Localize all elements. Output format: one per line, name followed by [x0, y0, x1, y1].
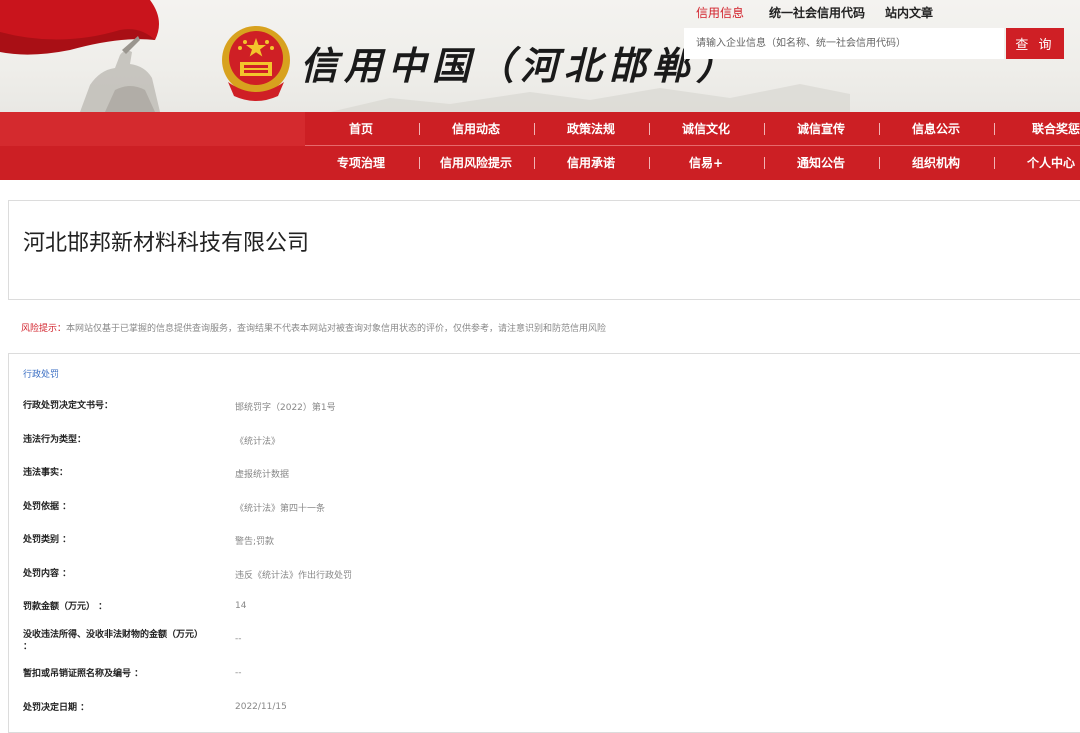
- field-label-penalty-category: 处罚类别 ：: [23, 535, 72, 545]
- penalty-detail-card: 行政处罚 行政处罚决定文书号： 邯统罚字（2022）第1号 违法行为类型： 《统…: [8, 353, 1080, 733]
- field-value-fine-amount: 14: [235, 601, 247, 611]
- field-value-decision-date: 2022/11/15: [235, 702, 287, 712]
- nav-item-credit-news[interactable]: 信用动态: [420, 112, 532, 146]
- toplink-site-articles[interactable]: 站内文章: [885, 4, 933, 21]
- nav-separator: [764, 123, 765, 135]
- nav-item-policy[interactable]: 政策法规: [535, 112, 647, 146]
- nav-separator: [879, 123, 880, 135]
- field-label-decision-date: 处罚决定日期 ：: [23, 703, 90, 713]
- nav-separator: [879, 157, 880, 169]
- nav-separator: [994, 123, 995, 135]
- nav-left-band: [0, 112, 305, 146]
- field-label-license-revocation: 暂扣或吊销证照名称及编号 ：: [23, 669, 144, 679]
- site-title: 信用中国（河北邯郸）: [300, 43, 741, 88]
- nav-separator: [419, 123, 420, 135]
- field-value-penalty-content: 违反《统计法》作出行政处罚: [235, 571, 353, 581]
- nav-item-credit-pledge[interactable]: 信用承诺: [535, 146, 647, 180]
- risk-notice: 风险提示：本网站仅基于已掌握的信息提供查询服务，查询结果不代表本网站对被查询对象…: [21, 321, 606, 334]
- field-value-license-revocation: --: [235, 668, 242, 678]
- field-label-violation-type: 违法行为类型：: [23, 435, 87, 445]
- nav-separator: [534, 157, 535, 169]
- nav-separator: [994, 157, 995, 169]
- risk-label: 风险提示：: [21, 324, 67, 334]
- site-header: 信用中国（河北邯郸） 信用信息 统一社会信用代码 站内文章 查 询: [0, 0, 1080, 112]
- nav-item-xinyi[interactable]: 信易+: [650, 146, 762, 180]
- nav-item-integrity-culture[interactable]: 诚信文化: [650, 112, 762, 146]
- field-label-penalty-content: 处罚内容 ：: [23, 569, 72, 579]
- risk-text: 本网站仅基于已掌握的信息提供查询服务，查询结果不代表本网站对被查询对象信用状态的…: [66, 324, 607, 334]
- main-nav: 首页 信用动态 政策法规 诚信文化 诚信宣传 信息公示 联合奖惩 专项治理 信用…: [0, 112, 1080, 180]
- nav-item-personal-center[interactable]: 个人中心: [995, 146, 1075, 180]
- field-label-confiscation-amount: 没收违法所得、没收非法财物的金额（万元） ：: [23, 630, 204, 652]
- field-label-violation-facts: 违法事实：: [23, 468, 69, 478]
- nav-item-info-public[interactable]: 信息公示: [880, 112, 992, 146]
- field-label-fine-amount: 罚款金额（万元） ：: [23, 602, 108, 612]
- company-name: 河北邯邦新材料科技有限公司: [23, 231, 310, 256]
- field-label-penalty-basis: 处罚依据 ：: [23, 502, 72, 512]
- nav-item-integrity-promo[interactable]: 诚信宣传: [765, 112, 877, 146]
- field-value-violation-facts: 虚报统计数据: [235, 470, 290, 480]
- nav-item-joint-reward[interactable]: 联合奖惩: [995, 112, 1080, 146]
- national-emblem-icon: [222, 26, 290, 101]
- company-card: 河北邯邦新材料科技有限公司: [8, 200, 1080, 300]
- toplink-credit-info[interactable]: 信用信息: [696, 4, 744, 21]
- nav-item-home[interactable]: 首页: [305, 112, 417, 146]
- nav-item-special-governance[interactable]: 专项治理: [305, 146, 417, 180]
- nav-separator: [534, 123, 535, 135]
- nav-separator: [419, 157, 420, 169]
- field-value-violation-type: 《统计法》: [235, 437, 281, 447]
- field-value-confiscation-amount: --: [235, 634, 242, 644]
- section-title-admin-penalty[interactable]: 行政处罚: [23, 367, 59, 380]
- field-label-document-number: 行政处罚决定文书号：: [23, 401, 114, 411]
- search-button[interactable]: 查 询: [1006, 28, 1064, 59]
- toplink-credit-code[interactable]: 统一社会信用代码: [769, 4, 865, 21]
- field-value-penalty-basis: 《统计法》第四十一条: [235, 504, 326, 514]
- search-input[interactable]: [684, 28, 1004, 59]
- horse-rider-decoration: [80, 36, 160, 112]
- nav-separator: [649, 157, 650, 169]
- nav-separator: [649, 123, 650, 135]
- nav-item-notices[interactable]: 通知公告: [765, 146, 877, 180]
- field-value-penalty-category: 警告;罚款: [235, 537, 275, 547]
- field-value-document-number: 邯统罚字（2022）第1号: [235, 403, 336, 413]
- nav-item-organization[interactable]: 组织机构: [880, 146, 992, 180]
- nav-item-risk-alert[interactable]: 信用风险提示: [420, 146, 532, 180]
- nav-separator: [764, 157, 765, 169]
